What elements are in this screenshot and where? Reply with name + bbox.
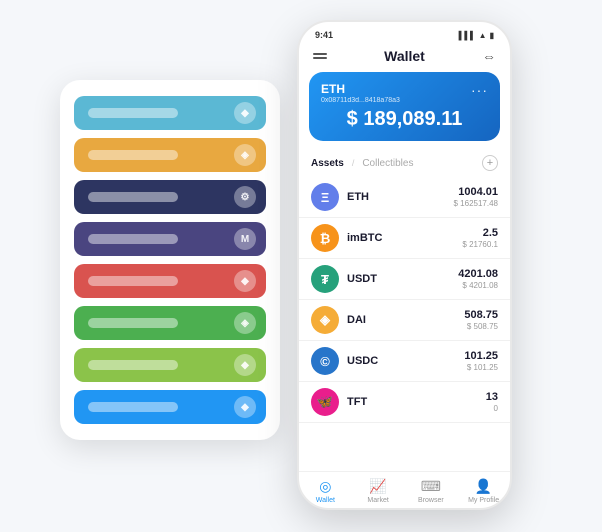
asset-icon-tft: 🦋 bbox=[311, 388, 339, 416]
wallet-card-icon: ◆ bbox=[234, 396, 256, 418]
card-options-icon[interactable]: ··· bbox=[471, 82, 488, 98]
asset-icon-usdt: ₮ bbox=[311, 265, 339, 293]
tab-assets[interactable]: Assets bbox=[311, 158, 344, 169]
wallet-card-bar bbox=[88, 234, 178, 244]
asset-amount: 2.5 bbox=[462, 227, 498, 239]
wallet-card-1: ◈ bbox=[74, 138, 266, 172]
nav-label: Wallet bbox=[316, 497, 335, 504]
asset-item-dai[interactable]: ◈ DAI 508.75 $ 508.75 bbox=[299, 300, 510, 341]
asset-usd: $ 4201.08 bbox=[458, 281, 498, 290]
wallet-card-bar bbox=[88, 150, 178, 160]
nav-item-my-profile[interactable]: 👤 My Profile bbox=[457, 478, 510, 504]
asset-amount: 101.25 bbox=[464, 350, 498, 362]
background-wallet-cards: ◆ ◈ ⚙ M ◆ ◈ ◆ ◆ bbox=[60, 80, 280, 440]
eth-balance-card[interactable]: ETH 0x08711d3d...8418a78a3 ··· $ 189,089… bbox=[309, 72, 500, 141]
signal-icon: ▌▌▌ bbox=[459, 31, 476, 40]
nav-icon-2: ⌨ bbox=[421, 478, 441, 495]
eth-card-label: ETH bbox=[321, 82, 400, 96]
asset-amount: 508.75 bbox=[464, 309, 498, 321]
nav-icon-1: 📈 bbox=[369, 478, 386, 495]
asset-icon-dai: ◈ bbox=[311, 306, 339, 334]
asset-values: 101.25 $ 101.25 bbox=[464, 350, 498, 372]
wallet-card-3: M bbox=[74, 222, 266, 256]
wallet-card-bar bbox=[88, 276, 178, 286]
asset-amount: 4201.08 bbox=[458, 268, 498, 280]
wallet-card-bar bbox=[88, 318, 178, 328]
bottom-nav: ◎ Wallet 📈 Market ⌨ Browser 👤 My Profile bbox=[299, 471, 510, 508]
nav-label: Market bbox=[367, 497, 388, 504]
menu-icon[interactable] bbox=[313, 53, 327, 59]
eth-amount: $ 189,089.11 bbox=[321, 108, 488, 131]
asset-name: imBTC bbox=[347, 232, 462, 244]
nav-icon-3: 👤 bbox=[475, 478, 492, 495]
asset-values: 2.5 $ 21760.1 bbox=[462, 227, 498, 249]
asset-item-tft[interactable]: 🦋 TFT 13 0 bbox=[299, 382, 510, 423]
asset-item-usdc[interactable]: © USDC 101.25 $ 101.25 bbox=[299, 341, 510, 382]
wallet-card-icon: ◈ bbox=[234, 312, 256, 334]
wallet-card-icon: ◈ bbox=[234, 144, 256, 166]
asset-amount: 13 bbox=[486, 391, 498, 403]
asset-icon-imbtc: ₿ bbox=[311, 224, 339, 252]
nav-item-wallet[interactable]: ◎ Wallet bbox=[299, 478, 352, 504]
asset-usd: $ 101.25 bbox=[464, 363, 498, 372]
nav-item-market[interactable]: 📈 Market bbox=[352, 478, 405, 504]
expand-icon[interactable]: ⇔ bbox=[482, 48, 496, 64]
asset-values: 13 0 bbox=[486, 391, 498, 413]
battery-icon: ▮ bbox=[490, 31, 494, 40]
wallet-card-2: ⚙ bbox=[74, 180, 266, 214]
asset-name: USDC bbox=[347, 355, 464, 367]
asset-values: 508.75 $ 508.75 bbox=[464, 309, 498, 331]
eth-address: 0x08711d3d...8418a78a3 bbox=[321, 97, 400, 104]
asset-name: USDT bbox=[347, 273, 458, 285]
phone-header: Wallet ⇔ bbox=[299, 44, 510, 72]
nav-label: Browser bbox=[418, 497, 444, 504]
wallet-card-icon: ◆ bbox=[234, 102, 256, 124]
nav-item-browser[interactable]: ⌨ Browser bbox=[405, 478, 458, 504]
nav-icon-0: ◎ bbox=[319, 478, 331, 495]
asset-item-eth[interactable]: Ξ ETH 1004.01 $ 162517.48 bbox=[299, 177, 510, 218]
wallet-card-6: ◆ bbox=[74, 348, 266, 382]
status-time: 9:41 bbox=[315, 30, 333, 40]
asset-usd: $ 21760.1 bbox=[462, 240, 498, 249]
page-title: Wallet bbox=[384, 48, 425, 64]
asset-name: TFT bbox=[347, 396, 486, 408]
asset-icon-eth: Ξ bbox=[311, 183, 339, 211]
wallet-card-icon: ◆ bbox=[234, 354, 256, 376]
asset-name: ETH bbox=[347, 191, 454, 203]
wallet-card-bar bbox=[88, 108, 178, 118]
wallet-card-bar bbox=[88, 360, 178, 370]
tab-collectibles[interactable]: Collectibles bbox=[362, 158, 413, 169]
asset-icon-usdc: © bbox=[311, 347, 339, 375]
wifi-icon: ▲ bbox=[479, 31, 487, 40]
assets-tabs: Assets / Collectibles bbox=[311, 158, 413, 169]
wallet-card-icon: ◆ bbox=[234, 270, 256, 292]
wallet-card-icon: M bbox=[234, 228, 256, 250]
wallet-card-bar bbox=[88, 192, 178, 202]
asset-name: DAI bbox=[347, 314, 464, 326]
wallet-card-7: ◆ bbox=[74, 390, 266, 424]
add-asset-button[interactable]: + bbox=[482, 155, 498, 171]
status-bar: 9:41 ▌▌▌ ▲ ▮ bbox=[299, 22, 510, 44]
status-icons: ▌▌▌ ▲ ▮ bbox=[459, 31, 494, 40]
asset-values: 4201.08 $ 4201.08 bbox=[458, 268, 498, 290]
wallet-card-5: ◈ bbox=[74, 306, 266, 340]
wallet-card-bar bbox=[88, 402, 178, 412]
asset-usd: 0 bbox=[486, 404, 498, 413]
wallet-card-4: ◆ bbox=[74, 264, 266, 298]
asset-usd: $ 162517.48 bbox=[454, 199, 499, 208]
wallet-card-0: ◆ bbox=[74, 96, 266, 130]
asset-list: Ξ ETH 1004.01 $ 162517.48 ₿ imBTC 2.5 $ … bbox=[299, 177, 510, 471]
asset-item-imbtc[interactable]: ₿ imBTC 2.5 $ 21760.1 bbox=[299, 218, 510, 259]
assets-header: Assets / Collectibles + bbox=[299, 151, 510, 177]
asset-amount: 1004.01 bbox=[454, 186, 499, 198]
nav-label: My Profile bbox=[468, 497, 499, 504]
phone-mockup: 9:41 ▌▌▌ ▲ ▮ Wallet ⇔ ETH 0x08711d3d...8… bbox=[297, 20, 512, 510]
wallet-card-icon: ⚙ bbox=[234, 186, 256, 208]
asset-values: 1004.01 $ 162517.48 bbox=[454, 186, 499, 208]
asset-item-usdt[interactable]: ₮ USDT 4201.08 $ 4201.08 bbox=[299, 259, 510, 300]
asset-usd: $ 508.75 bbox=[464, 322, 498, 331]
